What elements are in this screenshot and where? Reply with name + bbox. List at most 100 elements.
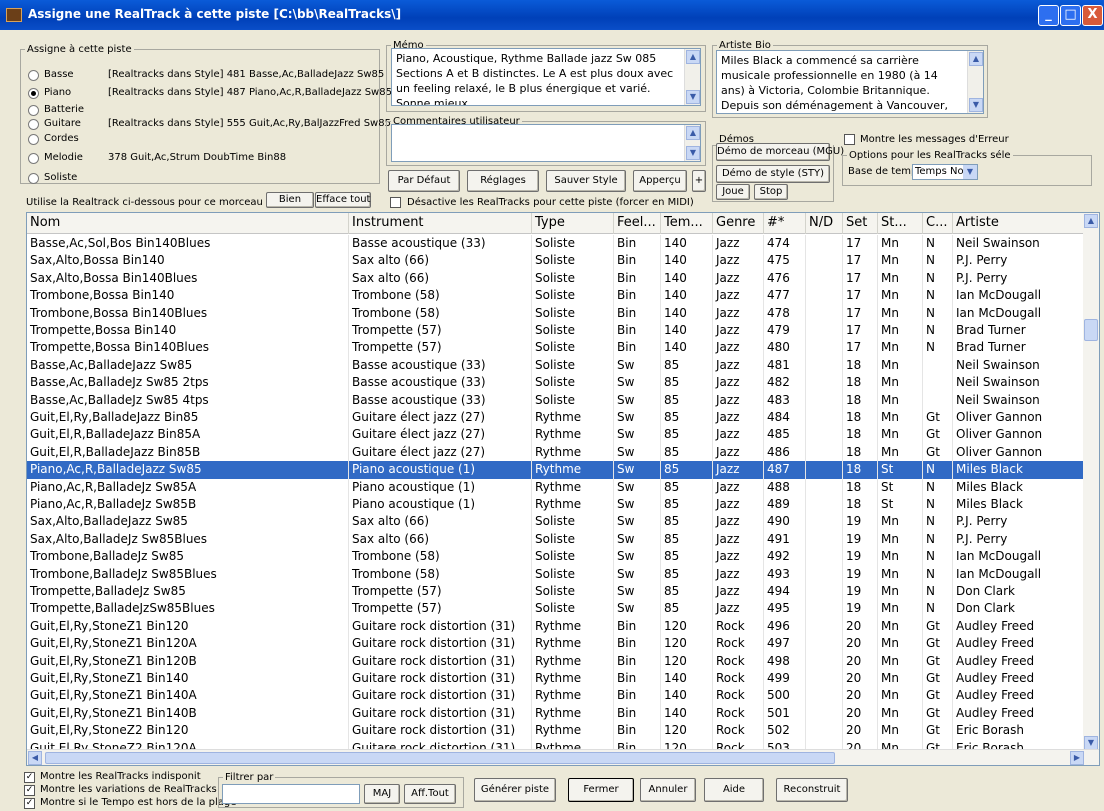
column-header[interactable]: St... [878,213,923,234]
table-horizontal-scrollbar[interactable]: ◀ ▶ [27,749,1099,765]
table-cell: Soliste [532,374,614,393]
table-row[interactable]: Piano,Ac,R,BalladeJazz Sw85 Piano acousti… [27,461,1085,480]
column-header[interactable]: Type [532,213,614,234]
bien-button[interactable]: Bien [266,192,314,208]
track-radio-melodie[interactable] [28,153,39,164]
table-row[interactable]: Sax,Alto,BalladeJz Sw85Blues Sax alto (66… [27,530,1085,549]
table-row[interactable]: Trompette,Bossa Bin140 Trompette (57) Soli… [27,322,1085,340]
table-row[interactable]: Guit,El,Ry,StoneZ1 Bin120B Guitare rock d… [27,652,1085,671]
table-row[interactable]: Guit,El,Ry,StoneZ1 Bin120 Guitare rock di… [27,617,1085,636]
table-row[interactable]: Trombone,BalladeJz Sw85Blues Trombone (58… [27,565,1085,584]
table-row[interactable]: Guit,El,Ry,StoneZ2 Bin120 Guitare rock di… [27,722,1085,741]
horizontal-scroll-thumb[interactable] [45,752,835,764]
joue-button[interactable]: Joue [716,184,750,200]
column-header[interactable]: Instrument [349,213,532,234]
column-header[interactable]: Set [843,213,878,234]
minimize-button[interactable]: _ [1038,5,1059,26]
table-cell: Jazz [713,443,764,462]
track-radio-basse[interactable] [28,70,39,81]
maj-button[interactable]: MAJ [364,784,400,804]
table-row[interactable]: Basse,Ac,BalladeJz Sw85 2tps Basse acoust… [27,374,1085,393]
comments-scrollbar[interactable]: ▲ ▼ [684,125,700,161]
assign-track-legend: Assigne à cette piste [27,44,132,55]
table-cell [806,304,843,323]
sauver-style-button[interactable]: Sauver Style [546,170,626,192]
table-row[interactable]: Guit,El,R,BalladeJazz Bin85B Guitare élec… [27,443,1085,462]
bottom-option-checkbox[interactable]: ✓ [24,798,35,809]
track-radio-batterie[interactable] [28,105,39,116]
table-row[interactable]: Trombone,BalladeJz Sw85 Trombone (58) Soli… [27,548,1085,567]
table-row[interactable]: Piano,Ac,R,BalladeJz Sw85B Piano acoustiq… [27,496,1085,514]
table-row[interactable]: Basse,Ac,BalladeJz Sw85 4tps Basse acoust… [27,391,1085,410]
table-row[interactable]: Piano,Ac,R,BalladeJz Sw85A Piano acoustiq… [27,478,1085,497]
table-row[interactable]: Trombone,Bossa Bin140 Trombone (58) Solist… [27,287,1085,306]
style-demo-button[interactable]: Démo de style (STY) [716,165,830,183]
table-vertical-scrollbar[interactable]: ▲ ▼ [1083,213,1099,751]
table-row[interactable]: Guit,El,Ry,StoneZ1 Bin140B Guitare rock d… [27,704,1085,723]
tempo-base-select[interactable]: Temps Normal ▼ [912,164,978,180]
disable-realtracks-checkbox[interactable] [390,197,401,208]
vertical-scroll-thumb[interactable] [1084,319,1098,341]
memo-scrollbar[interactable]: ▲ ▼ [684,49,700,105]
track-radio-cordes[interactable] [28,134,39,145]
scroll-left-icon[interactable]: ◀ [28,751,42,765]
table-row[interactable]: Guit,El,Ry,StoneZ1 Bin120A Guitare rock d… [27,635,1085,654]
table-cell: Bin [614,287,661,306]
apercu-button[interactable]: Apperçu [633,170,687,192]
table-cell: 85 [661,391,713,410]
generer-piste-button[interactable]: Générer piste [474,778,556,802]
table-row[interactable]: Trombone,Bossa Bin140Blues Trombone (58) S… [27,304,1085,323]
table-row[interactable]: Sax,Alto,Bossa Bin140Blues Sax alto (66) S… [27,269,1085,288]
memo-textbox[interactable]: Piano, Acoustique, Rythme Ballade jazz S… [391,48,701,106]
aff-tout-button[interactable]: Aff.Tout [404,784,456,804]
table-row[interactable]: Basse,Ac,BalladeJazz Sw85 Basse acoustiqu… [27,356,1085,375]
table-row[interactable]: Trompette,BalladeJz Sw85 Trompette (57) So… [27,583,1085,601]
bottom-option-checkbox[interactable]: ✓ [24,785,35,796]
reconstruit-button[interactable]: Reconstruit [776,778,848,802]
error-messages-checkbox[interactable] [844,134,855,145]
comments-textbox[interactable]: ▲ ▼ [391,124,701,162]
realtracks-table[interactable]: Nom Instrument Type Feel... Tem... Genre #* N/D… [26,212,1100,766]
column-header[interactable]: Genre [713,213,764,234]
track-radio-piano[interactable] [28,88,39,99]
table-cell: Ian McDougall [953,548,1085,567]
track-radio-guitare[interactable] [28,119,39,130]
table-cell: 85 [661,356,713,375]
table-row[interactable]: Sax,Alto,Bossa Bin140 Sax alto (66) Solist… [27,252,1085,271]
aide-button[interactable]: Aide [704,778,764,802]
column-header[interactable]: C... [923,213,953,234]
fermer-button[interactable]: Fermer [568,778,634,802]
plus-button[interactable]: + [692,170,706,192]
table-row[interactable]: Guit,El,Ry,BalladeJazz Bin85 Guitare élec… [27,409,1085,427]
column-header[interactable]: Tem... [661,213,713,234]
bottom-option-checkbox[interactable]: ✓ [24,772,35,783]
reglages-button[interactable]: Réglages [467,170,539,192]
annuler-button[interactable]: Annuler [640,778,696,802]
table-row[interactable]: Guit,El,Ry,StoneZ1 Bin140A Guitare rock d… [27,687,1085,706]
scroll-down-icon[interactable]: ▼ [1084,736,1098,750]
column-header[interactable]: Artiste [953,213,1085,234]
table-row[interactable]: Guit,El,Ry,StoneZ1 Bin140 Guitare rock di… [27,670,1085,688]
table-row[interactable]: Trompette,BalladeJzSw85Blues Trompette (5… [27,600,1085,619]
maximize-button[interactable]: □ [1060,5,1081,26]
table-row[interactable]: Guit,El,R,BalladeJazz Bin85A Guitare élec… [27,426,1085,445]
column-header[interactable]: N/D [806,213,843,234]
table-row[interactable]: Trompette,Bossa Bin140Blues Trompette (57… [27,339,1085,358]
column-header[interactable]: Feel... [614,213,661,234]
artist-bio-textbox[interactable]: Miles Black a commencé sa carrière music… [716,50,984,114]
column-header[interactable]: Nom [27,213,349,234]
close-button[interactable]: X [1082,5,1103,26]
efface-tout-button[interactable]: Efface tout [315,192,371,208]
table-row[interactable]: Basse,Ac,Sol,Bos Bin140Blues Basse acoust… [27,235,1085,253]
stop-button[interactable]: Stop [754,184,788,200]
track-radio-soliste[interactable] [28,173,39,184]
scroll-right-icon[interactable]: ▶ [1070,751,1084,765]
filter-input[interactable] [222,784,360,804]
par-defaut-button[interactable]: Par Défaut [388,170,460,192]
table-row[interactable]: Sax,Alto,BalladeJazz Sw85 Sax alto (66) So… [27,513,1085,532]
song-demo-button[interactable]: Démo de morceau (MGU) [716,143,844,161]
column-header[interactable]: #* [764,213,806,234]
table-cell [806,374,843,393]
artist-bio-scrollbar[interactable]: ▲ ▼ [967,51,983,113]
scroll-up-icon[interactable]: ▲ [1084,214,1098,228]
